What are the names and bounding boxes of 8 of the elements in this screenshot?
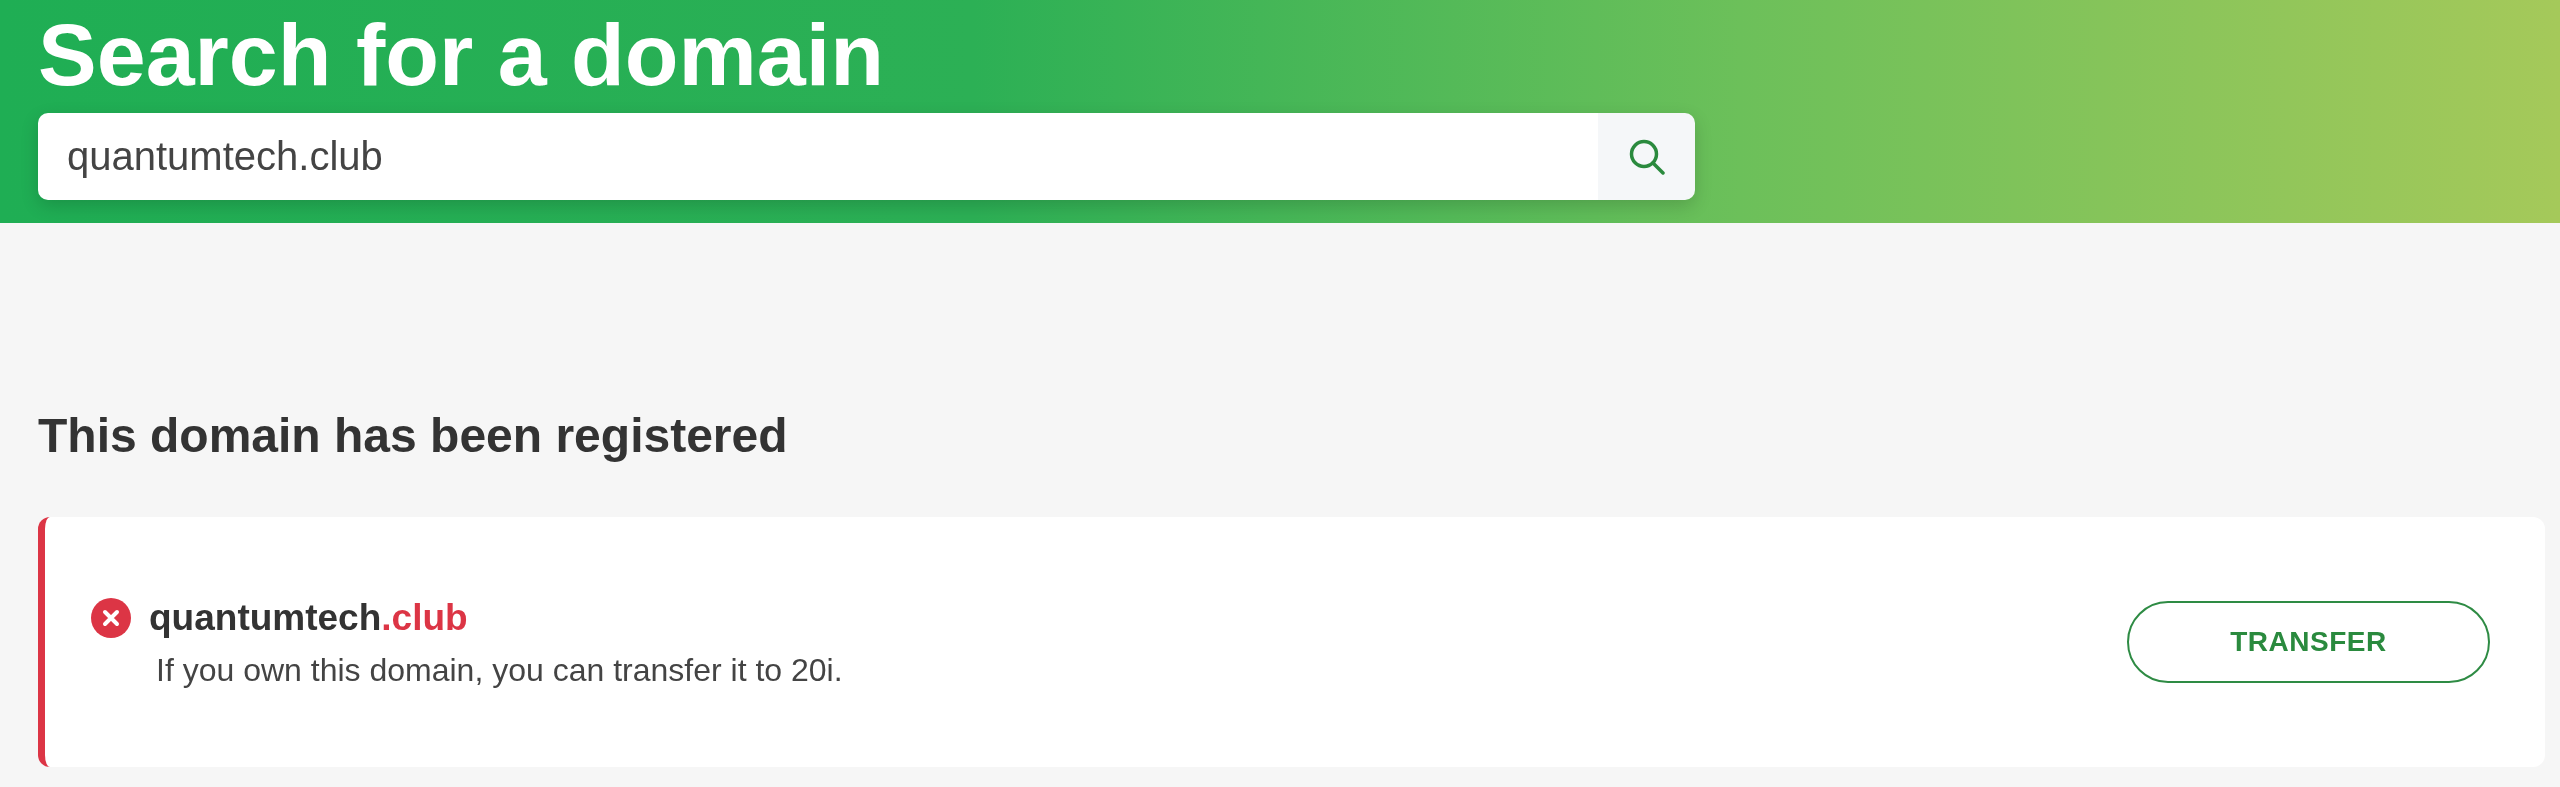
search-field[interactable]: quantumtech.club: [38, 113, 1598, 200]
domain-name: quantumtech.club: [149, 595, 468, 640]
page-title: Search for a domain: [38, 11, 884, 99]
search-icon: [1628, 138, 1665, 175]
transfer-button[interactable]: TRANSFER: [2127, 600, 2490, 683]
transfer-message: If you own this domain, you can transfer it to 20i.: [156, 651, 843, 688]
result-heading: This domain has been registered: [38, 408, 788, 464]
search-button[interactable]: [1598, 113, 1695, 200]
